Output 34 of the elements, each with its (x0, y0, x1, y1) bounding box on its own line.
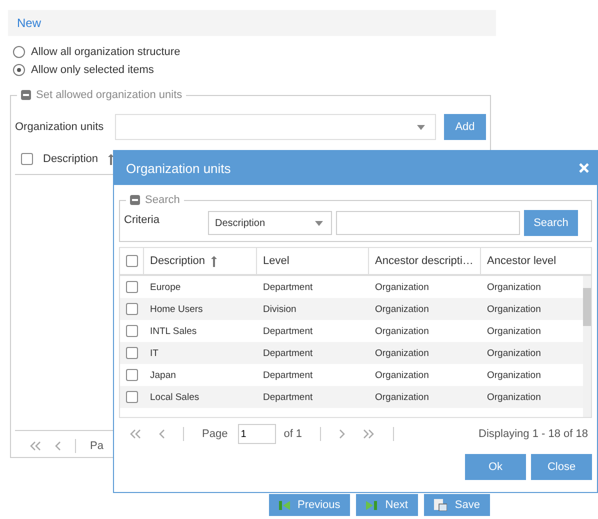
table-cell-text: Organization (374, 304, 430, 314)
table-cell-text: Organization (374, 326, 430, 336)
table-cell-text: Department (262, 392, 314, 402)
table-cell-text: Organization (374, 370, 430, 380)
table-cell-text: Division (262, 304, 298, 314)
field-label: Organization units (15, 121, 105, 133)
table-cell-text: IT (149, 348, 160, 358)
paging-summary: Displaying 1 - 18 of 18 (478, 428, 588, 440)
dialog-title: Organization units (126, 160, 231, 176)
table-cell-text: Organization (374, 282, 430, 292)
table-cell-text: Department (262, 348, 314, 358)
page-label: Page (202, 428, 228, 440)
panel-title: New (17, 16, 42, 30)
table-cell-text: Home Users (149, 304, 204, 314)
table-cell-text: Organization (486, 348, 542, 358)
table-cell-text: Department (262, 326, 314, 336)
fieldset-legend: Search (145, 194, 180, 206)
table-cell-text: Organization (486, 326, 542, 336)
table-cell-text: Organization (374, 392, 430, 402)
table-cell-text: Organization (486, 370, 542, 380)
table-cell-text: INTL Sales (149, 326, 198, 336)
table-cell-text: Japan (149, 370, 177, 380)
table-cell-text: Organization (374, 348, 430, 358)
field-label: Criteria (124, 214, 160, 226)
table-cell-text: Department (262, 282, 314, 292)
table-cell-text: Europe (149, 282, 182, 292)
table-cell-text: Local Sales (149, 392, 200, 402)
fieldset-legend: Set allowed organization units (36, 89, 182, 101)
table-cell-text: Organization (486, 392, 542, 402)
page-count: of 1 (284, 428, 302, 440)
table-cell-text: Organization (486, 282, 542, 292)
table-cell-text: Department (262, 370, 314, 380)
page-label: Pa (90, 440, 104, 452)
table-cell-text: Organization (486, 304, 542, 314)
